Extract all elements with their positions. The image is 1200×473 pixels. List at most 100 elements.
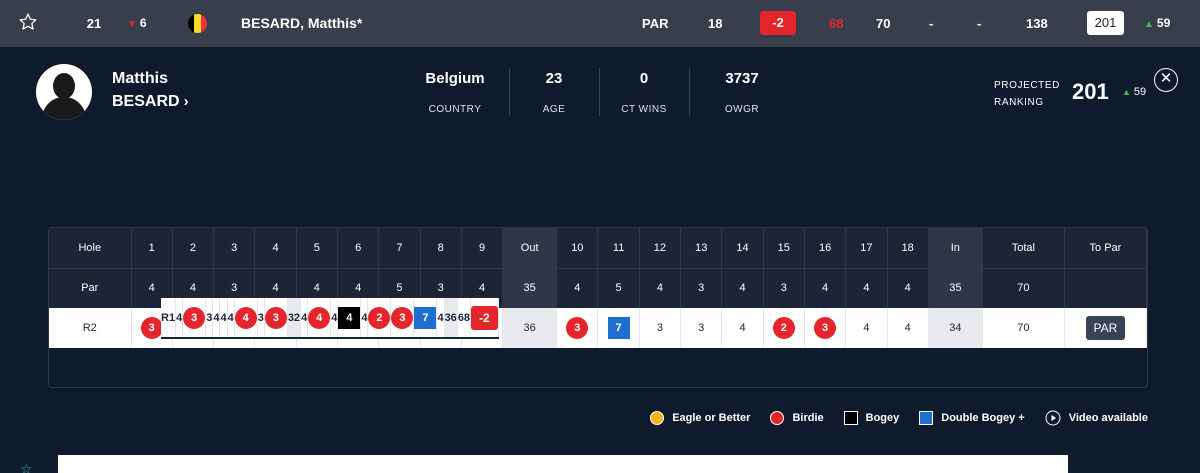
hole-score: 4 (175, 298, 184, 339)
player-avatar (36, 64, 92, 120)
down-arrow-icon: ▼ (127, 19, 137, 30)
avatar-body (42, 97, 86, 120)
hole-score: 4 (300, 298, 309, 339)
hole-number: 9 (461, 228, 504, 269)
hole-number: 13 (680, 228, 723, 269)
stat-owgr: 3737 OWGR (710, 70, 774, 115)
round-row: R1 4 3 3 4 4 4 4 3 3 32 4 4 4 4 4 2 3 7 4 36 68 -2 (161, 298, 499, 339)
projected-movement: ▲ 59 (1144, 0, 1170, 47)
hole-number: Total (982, 228, 1065, 269)
next-leaderboard-row[interactable]: ☆ (0, 455, 1200, 473)
hole-score: 4 (227, 298, 235, 339)
hole-score: 4 (212, 298, 221, 339)
stat-value: 0 (639, 70, 649, 87)
hole-score: 2 (763, 308, 805, 348)
round-to-par: -2 (470, 298, 499, 339)
position-movement: ▼ 6 (127, 0, 147, 47)
subtotal: 36 (502, 308, 558, 348)
hole-number: 11 (597, 228, 640, 269)
dbogey-score: 7 (414, 306, 437, 329)
hole-score: 3 (264, 298, 288, 339)
legend-birdie-label: Birdie (792, 412, 824, 424)
par-value: 4 (887, 268, 929, 308)
to-par-badge: -2 (471, 305, 498, 330)
par-value: 3 (763, 268, 805, 308)
movement-value: 6 (139, 16, 147, 30)
stat-label: COUNTRY (428, 104, 482, 115)
hole-number: 8 (420, 228, 462, 269)
projected-move-value: 59 (1156, 16, 1171, 30)
round-1-score: 68 (829, 16, 844, 31)
stat-country: Belgium COUNTRY (418, 70, 492, 115)
today-score-badge: -2 (760, 11, 796, 35)
projected-ranking-label: PROJECTED RANKING (994, 77, 1060, 111)
dbogey-score: 7 (607, 317, 630, 339)
hole-number: 4 (254, 228, 297, 269)
hole-number: 3 (213, 228, 256, 269)
hole-score: 7 (413, 298, 438, 339)
round-to-par: PAR (1064, 308, 1147, 348)
projected-ranking-value: 201 (1072, 79, 1109, 104)
hole-score: 3 (205, 298, 214, 339)
par-value: 4 (845, 268, 888, 308)
favourite-star-icon[interactable] (18, 12, 38, 32)
legend-eagle: Eagle or Better (650, 411, 750, 425)
round-total: 70 (982, 308, 1065, 348)
hole-score: 2 (367, 298, 392, 339)
hole-score: 4 (845, 308, 888, 348)
hole-score: 4 (337, 298, 362, 339)
player-name[interactable]: BESARD, Matthis* (241, 0, 362, 47)
hole-score: 3 (639, 308, 682, 348)
stat-age: 23 AGE (522, 70, 586, 115)
legend-double-bogey: Double Bogey + (919, 411, 1025, 425)
hole-score: 4 (436, 298, 445, 339)
hole-number: 7 (378, 228, 421, 269)
round-4-score: - (977, 16, 982, 31)
thru: 18 (708, 16, 723, 31)
player-profile-link[interactable]: BESARD › (112, 93, 189, 111)
hole-number: 2 (172, 228, 215, 269)
hole-number: 18 (887, 228, 929, 269)
birdie-score: 4 (308, 306, 331, 329)
scorecard-table: Hole 1 2 3 4 5 6 7 8 9 Out 10 11 12 13 14 15 16 17 18 In Tota… (49, 228, 1147, 348)
par-value (1064, 268, 1147, 308)
hole-score: 4 (887, 308, 929, 348)
subtotal: 34 (928, 308, 983, 348)
close-button[interactable]: ✕ (1154, 68, 1178, 92)
subtotal: 32 (287, 298, 302, 339)
projected-label-line-1: PROJECTED (994, 80, 1060, 91)
stat-divider (689, 68, 690, 116)
round-3-score: - (929, 16, 934, 31)
par-value: 5 (597, 268, 640, 308)
par-header: Par (49, 268, 132, 308)
hole-score: 7 (597, 308, 640, 348)
hole-score: 4 (307, 298, 332, 339)
hole-number: In (928, 228, 983, 269)
round-total: 68 (457, 298, 472, 339)
hole-number: 10 (556, 228, 599, 269)
hole-score: 3 (804, 308, 847, 348)
hole-row: Hole 1 2 3 4 5 6 7 8 9 Out 10 11 12 13 14 15 16 17 18 In Tota… (49, 228, 1147, 269)
projected-move-value: 59 (1133, 86, 1147, 98)
legend-bogey-label: Bogey (865, 412, 900, 424)
favourite-star-icon[interactable]: ☆ (20, 461, 33, 473)
total-score: 138 (1026, 16, 1048, 31)
hole-header: Hole (49, 228, 132, 269)
stat-divider (599, 68, 600, 116)
round-2-score: 70 (876, 16, 891, 31)
hole-number: 1 (131, 228, 173, 269)
birdie-score: 3 (814, 317, 837, 339)
round-label: R1 (161, 298, 177, 339)
legend-video: Video available (1045, 410, 1148, 426)
to-par: PAR (642, 16, 669, 31)
birdie-score: 3 (183, 306, 206, 329)
legend-bogey: Bogey (843, 411, 900, 425)
leaderboard-row[interactable]: 21 ▼ 6 BESARD, Matthis* PAR 18 -2 68 70 -… (0, 0, 1200, 47)
par-value: 35 (928, 268, 983, 308)
hole-score: 3 (556, 308, 599, 348)
par-value: 4 (721, 268, 764, 308)
score-legend: Eagle or Better Birdie Bogey Double Boge… (650, 410, 1148, 426)
hole-number: Out (502, 228, 558, 269)
birdie-score: 2 (368, 306, 391, 329)
up-arrow-icon: ▲ (1122, 87, 1131, 97)
